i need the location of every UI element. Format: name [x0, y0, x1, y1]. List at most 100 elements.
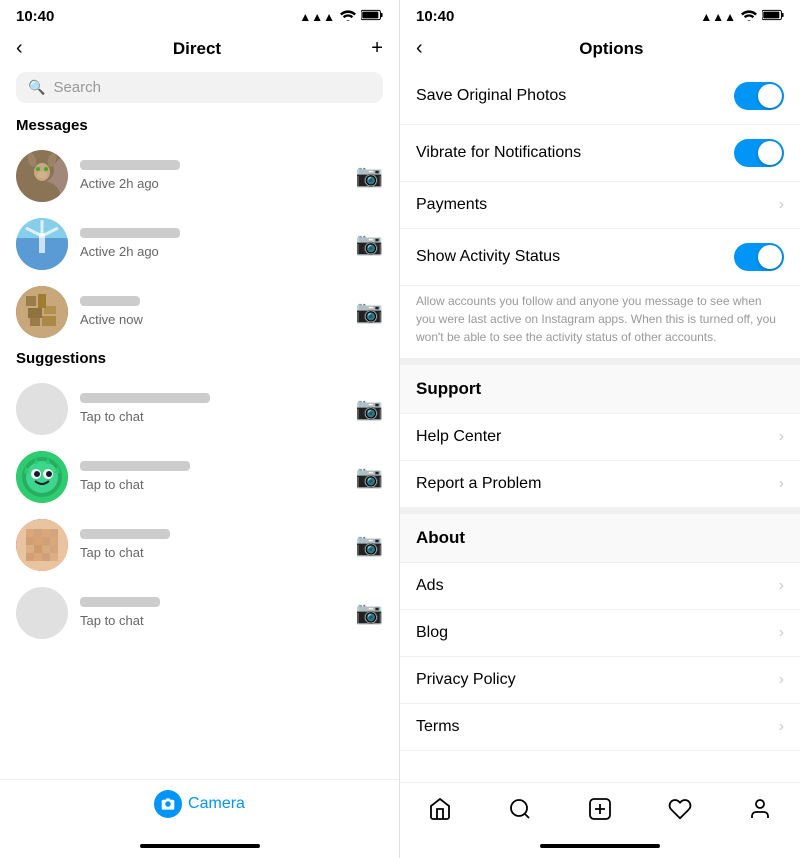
camera-button-2[interactable]: 📷	[356, 231, 383, 257]
save-photos-toggle[interactable]	[734, 82, 784, 110]
message-status-1: Active 2h ago	[80, 176, 159, 191]
camera-button-s3[interactable]: 📷	[356, 532, 383, 558]
suggestion-item-3[interactable]: Tap to chat 📷	[0, 511, 399, 579]
suggestion-item-1[interactable]: Tap to chat 📷	[0, 375, 399, 443]
ads-label: Ads	[416, 577, 444, 595]
option-vibrate[interactable]: Vibrate for Notifications	[400, 125, 800, 182]
suggestion-name-bar-4	[80, 597, 160, 607]
vibrate-toggle-knob	[758, 141, 782, 165]
suggestion-info-2: Tap to chat	[80, 461, 344, 494]
message-info-1: Active 2h ago	[80, 160, 344, 193]
option-blog[interactable]: Blog ›	[400, 610, 800, 657]
message-item-3[interactable]: Active now 📷	[0, 278, 399, 346]
suggestion-status-3: Tap to chat	[80, 545, 144, 560]
message-item-2[interactable]: Active 2h ago 📷	[0, 210, 399, 278]
back-button[interactable]: ‹	[16, 37, 23, 60]
direct-title: Direct	[173, 39, 221, 59]
suggestions-section-label: Suggestions	[0, 346, 399, 375]
suggestion-item-4[interactable]: Tap to chat 📷	[0, 579, 399, 647]
option-activity-status[interactable]: Show Activity Status	[400, 229, 800, 286]
vibrate-label: Vibrate for Notifications	[416, 144, 581, 162]
terms-label: Terms	[416, 718, 460, 736]
left-home-indicator	[140, 844, 260, 848]
camera-button-3[interactable]: 📷	[356, 299, 383, 325]
suggestion-item-2[interactable]: Tap to chat 📷	[0, 443, 399, 511]
options-back-button[interactable]: ‹	[416, 37, 423, 60]
suggestion-avatar-2	[16, 451, 68, 503]
options-panel: 10:40 ▲▲▲ ‹ Options Save Original Photos…	[400, 0, 800, 858]
right-signal-icon: ▲▲▲	[700, 10, 736, 24]
right-status-icons: ▲▲▲	[700, 9, 784, 24]
options-nav-bar: ‹ Options	[400, 29, 800, 68]
privacy-policy-label: Privacy Policy	[416, 671, 516, 689]
signal-icon: ▲▲▲	[299, 10, 335, 24]
camera-button-1[interactable]: 📷	[356, 163, 383, 189]
direct-panel: 10:40 ▲▲▲ ‹ Direct + 🔍 Search Messages	[0, 0, 400, 858]
option-terms[interactable]: Terms ›	[400, 704, 800, 751]
options-title: Options	[439, 39, 784, 59]
message-item-1[interactable]: Active 2h ago 📷	[0, 142, 399, 210]
left-time: 10:40	[16, 8, 54, 25]
suggestion-info-4: Tap to chat	[80, 597, 344, 630]
option-help-center[interactable]: Help Center ›	[400, 414, 800, 461]
right-battery-icon	[762, 9, 784, 24]
option-ads[interactable]: Ads ›	[400, 563, 800, 610]
suggestion-avatar-1	[16, 383, 68, 435]
message-info-2: Active 2h ago	[80, 228, 344, 261]
heart-nav-icon[interactable]	[658, 793, 702, 832]
direct-nav-bar: ‹ Direct +	[0, 29, 399, 68]
message-list: Active 2h ago 📷 Active 2h ago	[0, 142, 399, 779]
vibrate-toggle[interactable]	[734, 139, 784, 167]
activity-status-label: Show Activity Status	[416, 248, 560, 266]
message-name-bar-1	[80, 160, 180, 170]
camera-button-s2[interactable]: 📷	[356, 464, 383, 490]
avatar-1	[16, 150, 68, 202]
left-status-bar: 10:40 ▲▲▲	[0, 0, 399, 29]
profile-nav-icon[interactable]	[738, 793, 782, 832]
option-privacy-policy[interactable]: Privacy Policy ›	[400, 657, 800, 704]
avatar-2	[16, 218, 68, 270]
option-payments[interactable]: Payments ›	[400, 182, 800, 229]
search-input[interactable]: Search	[53, 79, 101, 96]
camera-button-s4[interactable]: 📷	[356, 600, 383, 626]
add-nav-icon[interactable]	[578, 793, 622, 832]
activity-description: Allow accounts you follow and anyone you…	[400, 286, 800, 359]
activity-toggle-knob	[758, 245, 782, 269]
report-problem-label: Report a Problem	[416, 475, 541, 493]
home-nav-icon[interactable]	[418, 793, 462, 832]
activity-toggle[interactable]	[734, 243, 784, 271]
terms-chevron-icon: ›	[779, 718, 784, 736]
left-status-icons: ▲▲▲	[299, 9, 383, 24]
message-name-bar-2	[80, 228, 180, 238]
option-report-problem[interactable]: Report a Problem ›	[400, 461, 800, 508]
right-home-indicator	[540, 844, 660, 848]
suggestion-avatar-4	[16, 587, 68, 639]
message-name-bar-3	[80, 296, 140, 306]
about-section-header: About	[400, 508, 800, 563]
ads-chevron-icon: ›	[779, 577, 784, 595]
option-save-photos[interactable]: Save Original Photos	[400, 68, 800, 125]
blog-chevron-icon: ›	[779, 624, 784, 642]
right-wifi-icon	[741, 9, 757, 24]
add-button[interactable]: +	[371, 37, 383, 60]
suggestion-name-bar-2	[80, 461, 190, 471]
suggestion-avatar-3	[16, 519, 68, 571]
search-bar[interactable]: 🔍 Search	[16, 72, 383, 103]
message-status-3: Active now	[80, 312, 143, 327]
search-icon: 🔍	[28, 79, 45, 96]
right-status-bar: 10:40 ▲▲▲	[400, 0, 800, 29]
payments-label: Payments	[416, 196, 487, 214]
suggestion-name-bar-3	[80, 529, 170, 539]
save-photos-label: Save Original Photos	[416, 87, 566, 105]
camera-button[interactable]: Camera	[154, 790, 245, 818]
messages-section-label: Messages	[0, 113, 399, 142]
camera-button-s1[interactable]: 📷	[356, 396, 383, 422]
payments-chevron-icon: ›	[779, 196, 784, 214]
support-label: Support	[416, 379, 481, 398]
suggestion-status-1: Tap to chat	[80, 409, 144, 424]
camera-circle-icon	[154, 790, 182, 818]
search-nav-icon[interactable]	[498, 793, 542, 832]
right-time: 10:40	[416, 8, 454, 25]
bottom-nav	[400, 782, 800, 838]
about-label: About	[416, 528, 465, 547]
